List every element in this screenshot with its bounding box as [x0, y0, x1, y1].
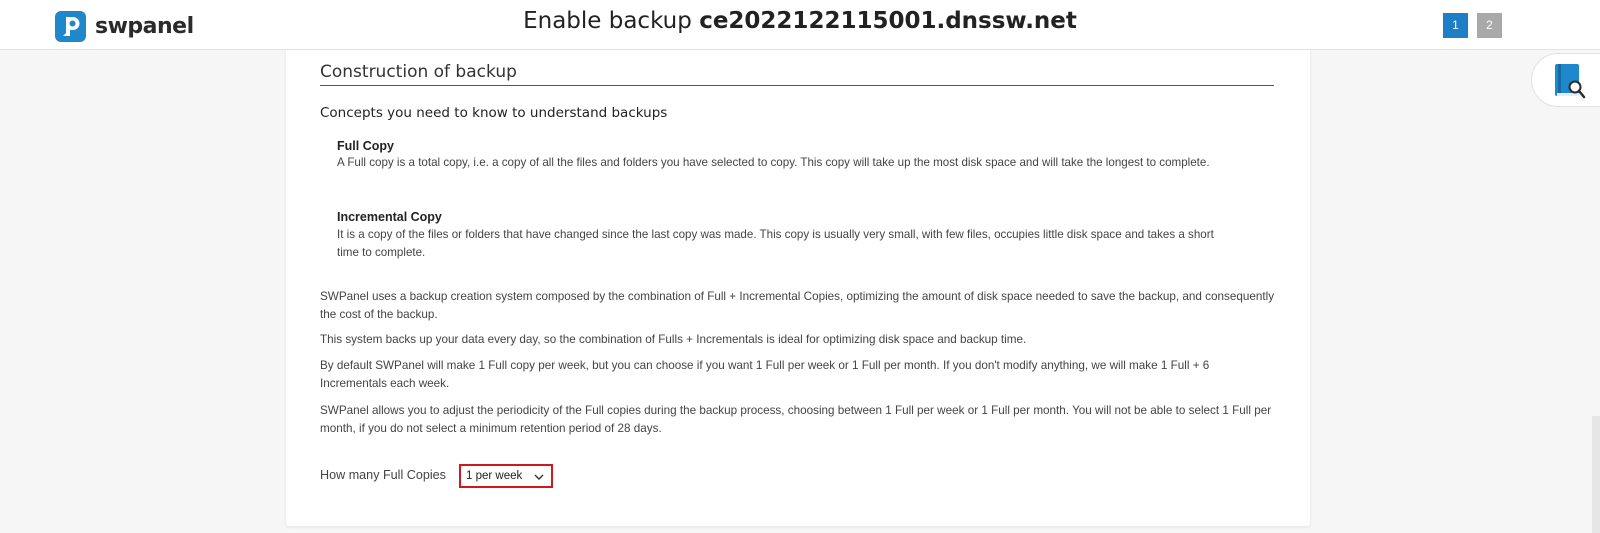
info-paragraph: SWPanel allows you to adjust the periodi… — [320, 404, 1272, 435]
info-paragraph: SWPanel uses a backup creation system co… — [320, 290, 1275, 321]
chevron-down-icon — [534, 474, 544, 480]
full-copy-description: A Full copy is a total copy, i.e. a copy… — [337, 156, 1210, 169]
section-divider — [320, 85, 1274, 86]
concepts-heading: Concepts you need to know to understand … — [320, 105, 668, 121]
full-copy-term: Full Copy — [337, 139, 394, 153]
page-title-domain: ce2022122115001.dnssw.net — [699, 8, 1077, 34]
backup-construction-panel: Construction of backup Concepts you need… — [286, 50, 1310, 526]
page-title: Enable backup ce2022122115001.dnssw.net — [0, 8, 1600, 34]
full-copies-selected-value: 1 per week — [466, 470, 523, 482]
incremental-copy-term: Incremental Copy — [337, 210, 442, 224]
full-copies-label: How many Full Copies — [320, 468, 446, 482]
help-button[interactable] — [1531, 53, 1600, 107]
scrollbar[interactable] — [1592, 416, 1600, 533]
step-1-indicator[interactable]: 1 — [1443, 13, 1468, 38]
step-2-indicator[interactable]: 2 — [1477, 13, 1502, 38]
info-paragraph: This system backs up your data every day… — [320, 333, 1027, 346]
help-book-search-icon — [1555, 64, 1586, 99]
full-copies-select[interactable]: 1 per week — [459, 464, 553, 488]
page-title-prefix: Enable backup — [523, 8, 692, 34]
top-bar: swpanel Enable backup ce2022122115001.dn… — [0, 0, 1600, 50]
incremental-copy-description: It is a copy of the files or folders tha… — [337, 228, 1214, 259]
info-paragraph: By default SWPanel will make 1 Full copy… — [320, 359, 1210, 390]
section-title: Construction of backup — [320, 62, 517, 82]
